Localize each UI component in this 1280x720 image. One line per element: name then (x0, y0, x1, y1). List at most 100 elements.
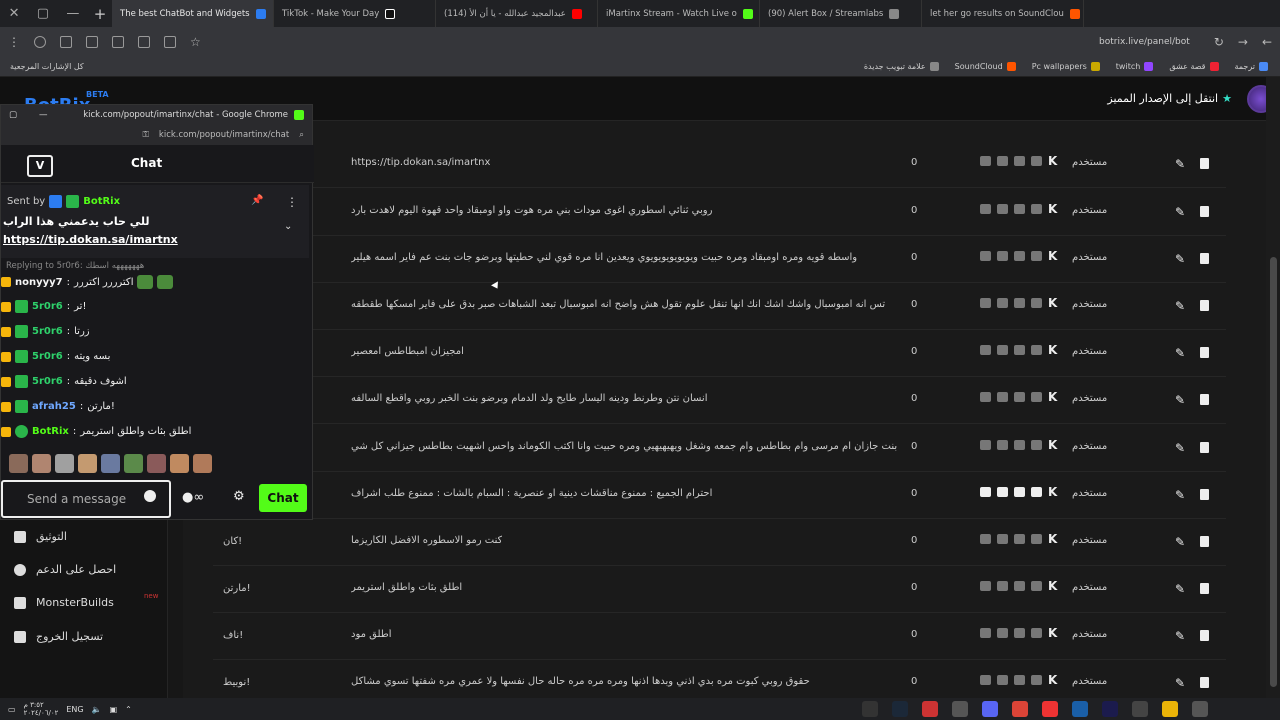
chat-icon[interactable] (997, 251, 1008, 261)
key-icon[interactable]: ⚿ (142, 130, 148, 140)
chat-icon[interactable] (997, 440, 1008, 450)
up-arrow-icon[interactable]: ⌃ (125, 705, 132, 714)
youtube-icon[interactable] (1014, 251, 1025, 261)
trash-icon[interactable] (1200, 253, 1209, 264)
bot-icon[interactable] (980, 298, 991, 308)
bot-icon[interactable] (980, 675, 991, 685)
bookmark-story[interactable]: قصة عشق (1169, 62, 1219, 71)
minimize-icon[interactable]: — (39, 110, 48, 120)
chrome-icon[interactable] (1012, 701, 1028, 717)
edit-icon[interactable]: ✎ (1175, 252, 1185, 266)
chat-icon[interactable] (997, 392, 1008, 402)
explorer-icon[interactable] (1132, 701, 1148, 717)
edit-icon[interactable]: ✎ (1175, 157, 1185, 171)
pinned-message[interactable]: Sent by BotRix للي حاب يدعمني هذا الراب … (1, 185, 309, 258)
twitch-icon[interactable] (1031, 675, 1042, 685)
kick-icon[interactable]: K (1048, 580, 1057, 592)
after-effects-icon[interactable] (1102, 701, 1118, 717)
edit-icon[interactable]: ✎ (1175, 441, 1185, 455)
edit-icon[interactable]: ✎ (1175, 393, 1185, 407)
emote-icon[interactable] (193, 454, 212, 473)
chrome-icon[interactable] (952, 701, 968, 717)
kick-icon[interactable]: K (1048, 155, 1057, 167)
trash-icon[interactable] (1200, 630, 1209, 641)
kick-icon[interactable]: K (1048, 486, 1057, 498)
browser-tab-3[interactable]: iMartinx Stream - Watch Live o (598, 0, 760, 27)
browser-tab-0[interactable]: The best ChatBot and Widgets (112, 0, 274, 27)
sidepanel-icon[interactable] (86, 36, 98, 48)
send-chat-button[interactable]: Chat (259, 484, 307, 512)
new-tab-button[interactable]: + (88, 5, 112, 23)
page-scrollbar[interactable] (1266, 77, 1280, 698)
bot-icon[interactable] (980, 487, 991, 497)
trash-icon[interactable] (1200, 300, 1209, 311)
twitch-icon[interactable] (1031, 204, 1042, 214)
profile-icon[interactable] (34, 36, 46, 48)
menu-dots-icon[interactable]: ⋮ (8, 35, 20, 49)
steam-icon[interactable] (892, 701, 908, 717)
twitch-icon[interactable] (1031, 534, 1042, 544)
emoji-icon[interactable] (144, 490, 156, 502)
all-bookmarks-link[interactable]: كل الإشارات المرجعية (10, 62, 84, 71)
chat-message[interactable]: 5r0r6: زرتا (1, 325, 90, 338)
bot-icon[interactable] (980, 392, 991, 402)
sidebar-item-logout[interactable]: تسجيل الخروج (14, 630, 103, 643)
forward-icon[interactable]: → (1238, 35, 1248, 49)
scrollbar-thumb[interactable] (1270, 257, 1277, 687)
puzzle-icon[interactable] (138, 36, 150, 48)
trash-icon[interactable] (1200, 206, 1209, 217)
youtube-icon[interactable] (1014, 534, 1025, 544)
trash-icon[interactable] (1200, 489, 1209, 500)
sidebar-item-docs[interactable]: التوثيق (14, 530, 67, 543)
bot-icon[interactable] (980, 251, 991, 261)
youtube-icon[interactable] (1014, 628, 1025, 638)
browser-tab-1[interactable]: TikTok - Make Your Day (274, 0, 436, 27)
notification-icon[interactable]: ▭ (8, 705, 16, 714)
twitch-icon[interactable] (1031, 345, 1042, 355)
pinned-link[interactable]: https://tip.dokan.sa/imartnx (3, 233, 178, 246)
browser-tab-2[interactable]: (114) عبدالمجيد عبدالله - يا أن الأ (436, 0, 598, 27)
edit-icon[interactable]: ✎ (1175, 629, 1185, 643)
address-bar[interactable]: botrix.live/panel/bot (1099, 37, 1190, 47)
edit-icon[interactable]: ✎ (1175, 488, 1185, 502)
star-icon[interactable]: ☆ (190, 35, 201, 49)
bot-icon[interactable] (980, 156, 991, 166)
vegas-icon[interactable] (1072, 701, 1088, 717)
premium-link[interactable]: انتقل إلى الإصدار المميز ★ (1107, 92, 1232, 105)
youtube-icon[interactable] (1014, 392, 1025, 402)
chat-icon[interactable] (997, 156, 1008, 166)
back-icon[interactable]: ← (1262, 35, 1272, 49)
bookmark-newtab[interactable]: علامة تبويب جديدة (864, 62, 939, 71)
edit-icon[interactable]: ✎ (1175, 205, 1185, 219)
infinity-icon[interactable]: ●∞ (182, 490, 204, 505)
chat-icon[interactable] (997, 204, 1008, 214)
pin-icon[interactable]: 📌 (251, 195, 263, 206)
download-icon[interactable] (112, 36, 124, 48)
browser-tab-4[interactable]: (90) Alert Box / Streamlabs (760, 0, 922, 27)
network-icon[interactable]: ▣ (110, 705, 118, 714)
chat-icon[interactable] (997, 675, 1008, 685)
youtube-icon[interactable] (1014, 345, 1025, 355)
chat-message[interactable]: nonyyy7: اكترررر اكتررر (1, 275, 174, 289)
maximize-window-icon[interactable]: ▢ (37, 6, 49, 21)
maximize-icon[interactable]: ▢ (9, 110, 17, 120)
kick-icon[interactable]: K (1048, 344, 1057, 356)
edit-icon[interactable]: ✎ (1175, 535, 1185, 549)
youtube-icon[interactable] (1014, 675, 1025, 685)
edit-icon[interactable]: ✎ (1175, 299, 1185, 313)
youtube-icon[interactable] (1014, 204, 1025, 214)
chat-icon[interactable] (997, 345, 1008, 355)
folder-icon[interactable] (1162, 701, 1178, 717)
kick-icon[interactable]: K (1048, 533, 1057, 545)
trash-icon[interactable] (1200, 583, 1209, 594)
trash-icon[interactable] (1200, 347, 1209, 358)
browser-tab-5[interactable]: let her go results on SoundClou (922, 0, 1084, 27)
gear-icon[interactable]: ⚙ (233, 489, 245, 504)
chat-icon[interactable] (997, 487, 1008, 497)
twitch-icon[interactable] (1031, 251, 1042, 261)
emote-icon[interactable] (170, 454, 189, 473)
emote-icon[interactable] (55, 454, 74, 473)
zoom-icon[interactable]: ⌕ (299, 130, 304, 140)
chat-message[interactable]: BotRix: اطلق بثات واطلق استريمر (1, 425, 191, 438)
chat-message[interactable]: afrah25: مارتن! (1, 400, 115, 413)
